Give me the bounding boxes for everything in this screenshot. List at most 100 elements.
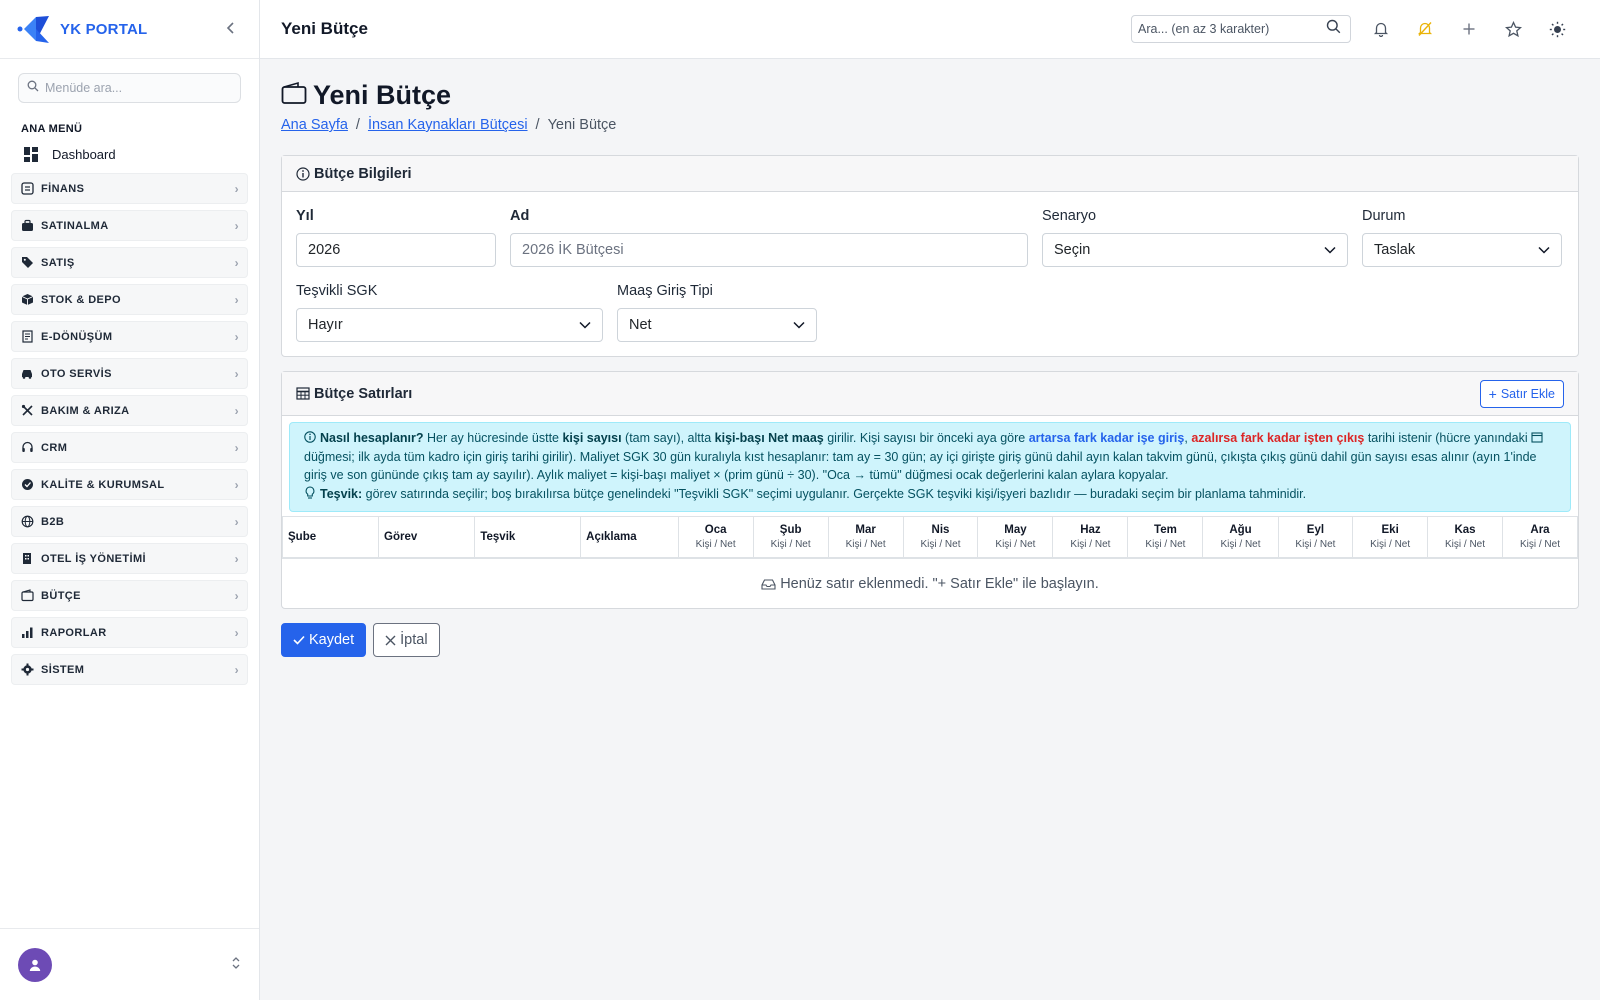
global-search-input[interactable] (1138, 22, 1326, 36)
month-header: Oca Kişi / Net (677, 516, 754, 558)
month-header: Eyl Kişi / Net (1277, 516, 1354, 558)
sidebar-item-label: OTEL İŞ YÖNETİMİ (41, 552, 147, 565)
info-circle-icon (304, 431, 320, 445)
search-icon[interactable] (1326, 19, 1341, 39)
globe-icon (20, 515, 34, 529)
scenario-select[interactable]: Seçin (1042, 233, 1348, 267)
salary-type-value: Net (629, 317, 652, 333)
receipt-icon (20, 330, 34, 344)
sidebar-item-b2b[interactable]: B2B › (11, 506, 248, 537)
main-content: Yeni Bütçe Ana Sayfa / İnsan Kaynakları … (260, 60, 1600, 1000)
chevron-right-icon: › (234, 514, 239, 529)
sidebar-item-label: KALİTE & KURUMSAL (41, 478, 165, 491)
month-header: Mar Kişi / Net (827, 516, 904, 558)
sidebar-item-kalite-kurumsal[interactable]: KALİTE & KURUMSAL › (11, 469, 248, 500)
cancel-button[interactable]: İptal (373, 623, 440, 657)
wallet-icon (281, 81, 307, 110)
sgk-select[interactable]: Hayır (296, 308, 603, 342)
wallet-icon (20, 589, 34, 603)
info-tip-title: Teşvik: (320, 486, 363, 501)
menu-search-input[interactable] (45, 81, 232, 95)
sidebar-item-finans[interactable]: FİNANS › (11, 173, 248, 204)
bell-icon[interactable] (1359, 14, 1403, 44)
sidebar-item-dashboard[interactable]: Dashboard (0, 141, 259, 167)
status-select[interactable]: Taslak (1362, 233, 1562, 267)
info-bold: kişi-başı Net maaş (714, 431, 824, 445)
bell-slash-icon[interactable] (1403, 14, 1447, 44)
year-input[interactable]: 2026 (296, 233, 496, 267)
status-value: Taslak (1374, 242, 1416, 258)
budget-lines-table-wrap[interactable]: Şube Görev Teşvik Açıklama Oca Kişi / Net… (282, 516, 1578, 558)
month-header: Tem Kişi / Net (1127, 516, 1204, 558)
form-actions: Kaydet İptal (281, 623, 1579, 657)
chevron-right-icon: › (234, 329, 239, 344)
month-header: Eki Kişi / Net (1352, 516, 1429, 558)
save-label: Kaydet (309, 632, 355, 648)
menu-search[interactable] (18, 73, 241, 103)
sidebar-item-butce[interactable]: BÜTÇE › (11, 580, 248, 611)
brand-name[interactable]: YK PORTAL (60, 21, 147, 38)
scenario-label: Senaryo (1042, 208, 1097, 224)
sidebar-item-e-donusum[interactable]: E-DÖNÜŞÜM › (11, 321, 248, 352)
sidebar-item-label: OTO SERVİS (41, 367, 112, 380)
month-sub: Kişi / Net (920, 539, 961, 550)
collapse-sidebar-icon[interactable] (219, 19, 243, 40)
status-field: Durum Taslak (1362, 208, 1562, 267)
column-header: Görev (377, 516, 476, 558)
month-name: Ara (1530, 524, 1550, 536)
sidebar-item-satinalma[interactable]: SATINALMA › (11, 210, 248, 241)
empty-state-text: Henüz satır eklenmedi. "+ Satır Ekle" il… (780, 575, 1099, 592)
expand-user-menu-icon[interactable] (231, 956, 241, 973)
sidebar-item-crm[interactable]: CRM › (11, 432, 248, 463)
name-input[interactable]: 2026 İK Bütçesi (510, 233, 1028, 267)
sidebar-item-otel-is-yonetimi[interactable]: OTEL İŞ YÖNETİMİ › (11, 543, 248, 574)
breadcrumb-link-hr-budget[interactable]: İnsan Kaynakları Bütçesi (368, 117, 528, 133)
breadcrumb-separator: / (535, 117, 540, 133)
sidebar-footer (0, 928, 259, 1000)
sun-icon[interactable] (1535, 14, 1579, 44)
month-header: Kas Kişi / Net (1427, 516, 1503, 558)
tag-icon (20, 256, 34, 270)
section-title: ANA MENÜ (21, 123, 83, 135)
star-icon[interactable] (1491, 14, 1535, 44)
chevron-right-icon: › (234, 366, 239, 381)
plus-icon[interactable] (1447, 14, 1491, 44)
avatar[interactable] (18, 947, 52, 982)
headset-icon (20, 441, 34, 455)
sidebar-item-bakim-ariza[interactable]: BAKIM & ARIZA › (11, 395, 248, 426)
sidebar-item-raporlar[interactable]: RAPORLAR › (11, 617, 248, 648)
sidebar-item-satis[interactable]: SATIŞ › (11, 247, 248, 278)
budget-info-card: Bütçe Bilgileri Yıl 2026 Ad 2026 İK Bütç… (281, 155, 1579, 357)
topbar-title: Yeni Bütçe (281, 19, 368, 38)
year-label: Yıl (296, 208, 314, 224)
finance-icon (20, 182, 34, 196)
chevron-right-icon: › (234, 255, 239, 270)
brand-logo-icon[interactable] (16, 12, 50, 46)
chevron-right-icon: › (234, 440, 239, 455)
month-sub: Kişi / Net (1070, 539, 1111, 550)
sidebar-item-sistem[interactable]: SİSTEM › (11, 654, 248, 685)
save-button[interactable]: Kaydet (281, 623, 367, 657)
salary-type-label: Maaş Giriş Tipi (617, 283, 713, 299)
breadcrumb-link-home[interactable]: Ana Sayfa (281, 117, 348, 133)
lightbulb-icon (304, 485, 320, 501)
topbar: Yeni Bütçe (260, 0, 1600, 59)
month-name: May (1004, 524, 1027, 536)
bar-chart-icon (20, 626, 34, 640)
chevron-right-icon: › (234, 403, 239, 418)
salary-type-field: Maaş Giriş Tipi Net (617, 283, 817, 342)
card-title: Bütçe Satırları (314, 385, 413, 402)
sidebar-item-oto-servis[interactable]: OTO SERVİS › (11, 358, 248, 389)
sidebar-item-label: BÜTÇE (41, 589, 81, 602)
info-tip-text: görev satırında seçilir; boş bırakılırsa… (362, 486, 1307, 501)
month-sub: Kişi / Net (1445, 539, 1486, 550)
chevron-down-icon (1538, 242, 1550, 258)
sidebar: YK PORTAL ANA MENÜ Dashboard FİNANS › SA… (0, 0, 260, 1000)
salary-type-select[interactable]: Net (617, 308, 817, 342)
sidebar-item-stok-depo[interactable]: STOK & DEPO › (11, 284, 248, 315)
sidebar-item-label: FİNANS (41, 182, 85, 195)
sidebar-item-label: RAPORLAR (41, 626, 107, 639)
add-row-button[interactable]: + Satır Ekle (1479, 379, 1564, 408)
dashboard-icon (24, 147, 38, 162)
global-search[interactable] (1131, 15, 1351, 43)
